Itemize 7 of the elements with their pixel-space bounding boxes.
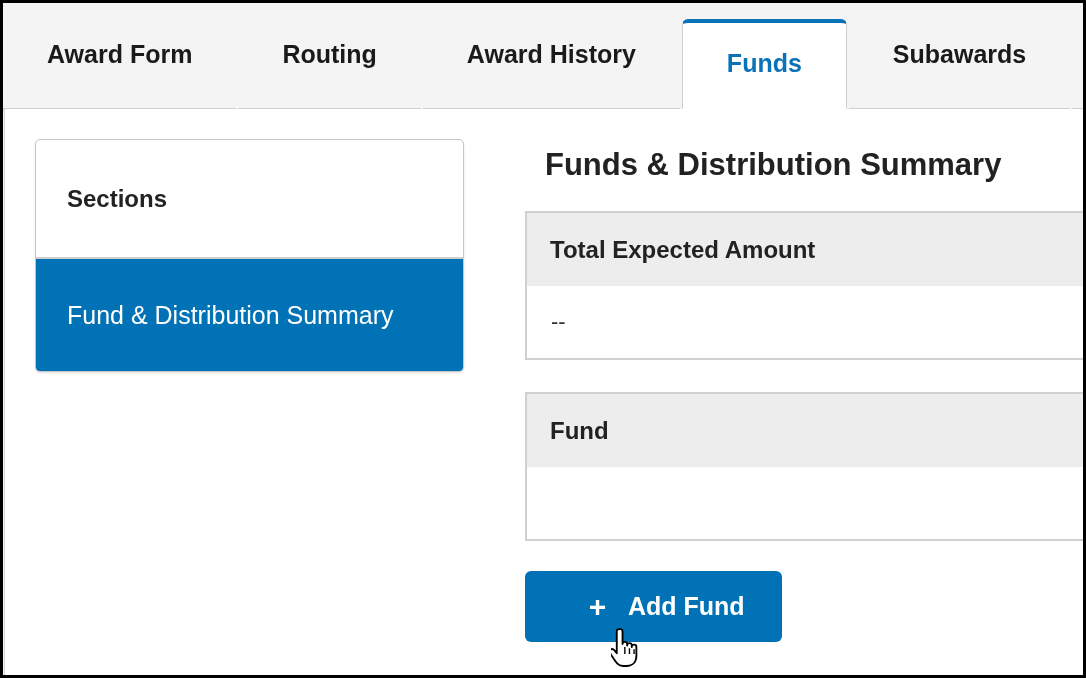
page-heading: Funds & Distribution Summary <box>545 146 1003 184</box>
add-fund-button[interactable]: + Add Fund <box>525 571 782 642</box>
column-header: Total Expected Amount <box>527 213 1083 286</box>
section-item[interactable]: Fund & Distribution Summary <box>36 259 463 371</box>
tab[interactable]: Funds <box>681 19 847 110</box>
column-header: Fund <box>527 394 1083 467</box>
table-cell-text: -- <box>550 308 567 336</box>
